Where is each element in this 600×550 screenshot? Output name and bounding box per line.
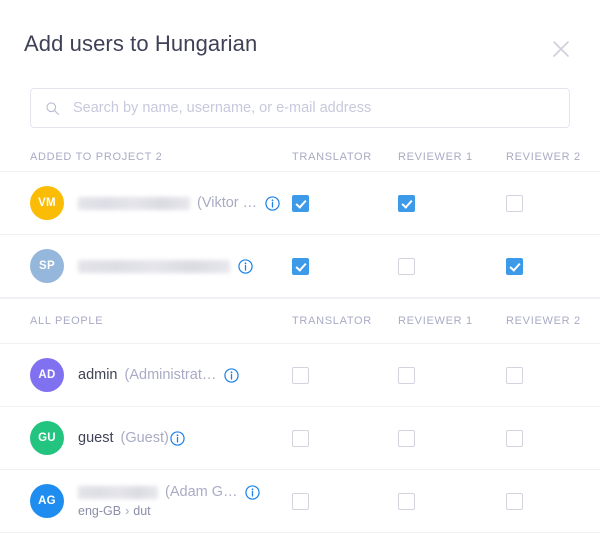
language-source: eng-GB xyxy=(78,504,122,518)
avatar: SP xyxy=(30,249,64,283)
user-fullname: (Guest) xyxy=(120,430,169,446)
checkbox-reviewer1[interactable] xyxy=(398,194,415,212)
search-icon xyxy=(43,99,61,117)
user-name-cell: GU guest (Guest) xyxy=(30,421,288,455)
column-header-reviewer1: REVIEWER 1 xyxy=(398,150,473,163)
checkbox-reviewer1[interactable] xyxy=(398,257,415,275)
avatar: AG xyxy=(30,484,64,518)
chevron-right-icon: › xyxy=(125,504,130,518)
checkbox-reviewer1[interactable] xyxy=(398,366,415,384)
search-area xyxy=(0,88,600,128)
column-header-reviewer1: REVIEWER 1 xyxy=(398,315,473,327)
dialog-header: Add users to Hungarian xyxy=(0,0,600,88)
username: admin xyxy=(78,367,118,383)
checkbox-translator[interactable] xyxy=(292,492,309,510)
section-label: ADDED TO PROJECT 2 xyxy=(30,150,163,163)
section-header-all-people: ALL PEOPLE TRANSLATOR REVIEWER 1 REVIEWE… xyxy=(0,298,600,344)
checkbox-translator[interactable] xyxy=(292,194,309,212)
user-name-cell: SP xyxy=(30,249,288,283)
info-icon[interactable] xyxy=(245,484,261,500)
username: guest xyxy=(78,430,114,446)
user-name-cell: VM (Viktor … xyxy=(30,186,288,220)
username xyxy=(78,196,190,210)
user-fullname: (Adam G… xyxy=(165,484,238,500)
search-input[interactable] xyxy=(73,100,557,116)
checkbox-reviewer2[interactable] xyxy=(506,429,523,447)
user-name-cell: AD admin (Administrat… xyxy=(30,358,288,392)
column-header-translator: TRANSLATOR xyxy=(292,315,372,327)
users-table: ADDED TO PROJECT 2 TRANSLATOR REVIEWER 1… xyxy=(0,142,600,533)
table-row[interactable]: AD admin (Administrat… xyxy=(0,344,600,407)
user-name-cell: AG (Adam G… eng-GB › dut xyxy=(30,484,288,518)
search-box[interactable] xyxy=(30,88,570,128)
info-icon[interactable] xyxy=(223,367,239,383)
checkbox-reviewer2[interactable] xyxy=(506,257,523,275)
checkbox-reviewer2[interactable] xyxy=(506,492,523,510)
info-icon[interactable] xyxy=(264,195,280,211)
column-header-reviewer2: REVIEWER 2 xyxy=(506,315,581,327)
checkbox-reviewer1[interactable] xyxy=(398,429,415,447)
section-header-added-to-project: ADDED TO PROJECT 2 TRANSLATOR REVIEWER 1… xyxy=(0,142,600,172)
close-icon[interactable] xyxy=(544,32,578,66)
avatar: VM xyxy=(30,186,64,220)
add-users-dialog: Add users to Hungarian ADDED TO PROJECT … xyxy=(0,0,600,550)
checkbox-reviewer2[interactable] xyxy=(506,366,523,384)
user-fullname: (Administrat… xyxy=(124,367,217,383)
checkbox-translator[interactable] xyxy=(292,429,309,447)
username xyxy=(78,259,230,273)
language-pair: eng-GB › dut xyxy=(78,504,261,518)
table-row[interactable]: GU guest (Guest) xyxy=(0,407,600,470)
table-row[interactable]: AG (Adam G… eng-GB › dut xyxy=(0,470,600,533)
table-row[interactable]: SP xyxy=(0,235,600,298)
info-icon[interactable] xyxy=(170,430,186,446)
column-header-reviewer2: REVIEWER 2 xyxy=(506,150,581,163)
column-header-translator: TRANSLATOR xyxy=(292,150,372,163)
info-icon[interactable] xyxy=(237,258,253,274)
avatar: AD xyxy=(30,358,64,392)
section-label: ALL PEOPLE xyxy=(30,315,104,327)
checkbox-translator[interactable] xyxy=(292,366,309,384)
language-target: dut xyxy=(133,504,151,518)
checkbox-reviewer1[interactable] xyxy=(398,492,415,510)
user-fullname: (Viktor … xyxy=(197,195,258,211)
checkbox-reviewer2[interactable] xyxy=(506,194,523,212)
username xyxy=(78,485,158,499)
checkbox-translator[interactable] xyxy=(292,257,309,275)
table-row[interactable]: VM (Viktor … xyxy=(0,172,600,235)
page-title: Add users to Hungarian xyxy=(24,31,258,56)
avatar: GU xyxy=(30,421,64,455)
